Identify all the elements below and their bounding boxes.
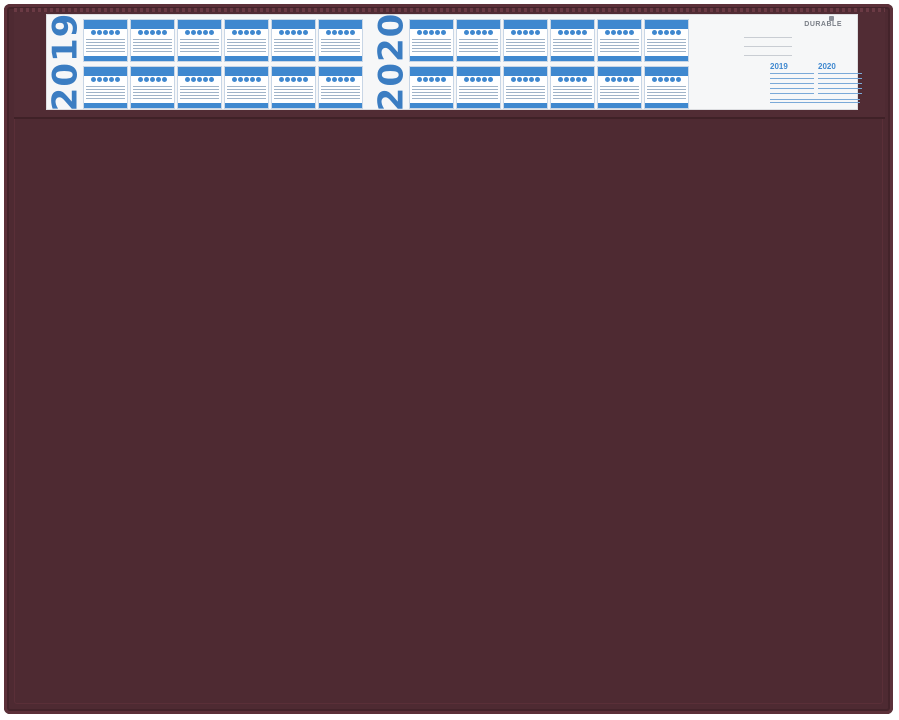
month-block [130,19,175,62]
brand-logo: DURABLE [804,21,842,28]
holidays-2019-heading: 2019 [770,62,788,71]
month-block [456,66,501,109]
holidays-2020-heading: 2020 [818,62,836,71]
month-block [456,19,501,62]
month-block [83,66,128,109]
month-block [644,19,689,62]
calendar-2019-grid [83,19,363,109]
month-block [318,19,363,62]
month-block [83,19,128,62]
month-block [597,19,642,62]
month-block [409,66,454,109]
month-block [503,66,548,109]
month-block [224,66,269,109]
calendar-strip: 2019 2020 DURABLE 2019 2020 [45,12,862,112]
month-block [318,66,363,109]
month-block [224,19,269,62]
month-block [409,19,454,62]
holidays-2019-list [770,73,814,98]
calendar-side-panel: DURABLE 2019 2020 [744,15,862,107]
month-block [550,19,595,62]
note-lines [744,37,792,64]
holidays-2020-list [818,73,862,98]
month-block [503,19,548,62]
year-2020-label: 2020 [371,12,412,112]
calendar-2020-grid [409,19,689,109]
footnote [770,99,860,105]
month-block [644,66,689,109]
month-block [597,66,642,109]
month-block [130,66,175,109]
month-block [550,66,595,109]
month-block [271,19,316,62]
month-block [177,66,222,109]
year-2019-label: 2019 [45,12,86,112]
month-block [271,66,316,109]
month-block [177,19,222,62]
